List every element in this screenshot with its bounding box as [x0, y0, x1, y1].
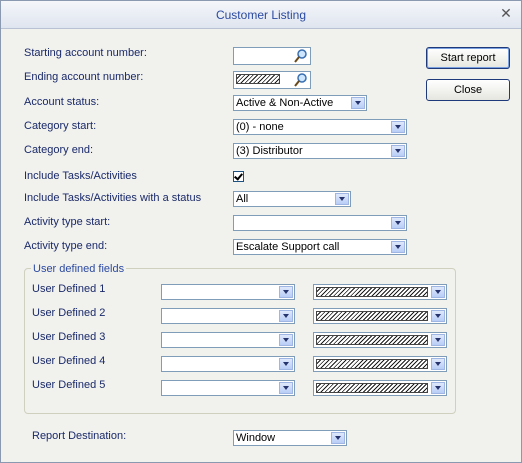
hatched-value — [316, 359, 428, 369]
user-defined-4-select[interactable] — [161, 356, 295, 372]
ending-account-value — [236, 74, 280, 84]
account-status-select[interactable]: Active & Non-Active — [233, 95, 367, 111]
chevron-down-icon[interactable] — [331, 432, 345, 444]
chevron-down-icon[interactable] — [335, 193, 349, 205]
chevron-down-icon[interactable] — [279, 358, 293, 370]
include-tasks-status-label: Include Tasks/Activities with a status — [24, 192, 202, 204]
user-defined-3-label: User Defined 3 — [32, 331, 106, 343]
chevron-down-icon[interactable] — [391, 217, 405, 229]
chevron-down-icon[interactable] — [279, 286, 293, 298]
chevron-down-icon[interactable] — [279, 382, 293, 394]
start-report-label: Start report — [440, 52, 496, 64]
starting-account-input[interactable] — [233, 47, 311, 65]
chevron-down-icon[interactable] — [391, 121, 405, 133]
ending-account-input[interactable] — [233, 71, 311, 89]
close-button[interactable]: Close — [426, 79, 510, 101]
starting-account-label: Starting account number: — [24, 47, 147, 59]
user-defined-3-select[interactable] — [161, 332, 295, 348]
hatched-value — [316, 287, 428, 297]
activity-type-end-select[interactable]: Escalate Support call — [233, 239, 407, 255]
activity-type-start-label: Activity type start: — [24, 216, 111, 228]
include-tasks-label: Include Tasks/Activities — [24, 170, 137, 182]
category-end-select[interactable]: (3) Distributor — [233, 143, 407, 159]
hatched-value — [316, 383, 428, 393]
user-defined-5-label: User Defined 5 — [32, 379, 106, 391]
chevron-down-icon[interactable] — [279, 310, 293, 322]
window-title: Customer Listing — [215, 8, 307, 22]
user-defined-group-title: User defined fields — [31, 263, 127, 275]
include-tasks-status-select[interactable]: All — [233, 191, 351, 207]
magnifier-icon[interactable] — [292, 48, 310, 63]
user-defined-1-range-select[interactable] — [313, 284, 447, 300]
chevron-down-icon[interactable] — [431, 358, 445, 370]
chevron-down-icon[interactable] — [279, 334, 293, 346]
user-defined-5-select[interactable] — [161, 380, 295, 396]
user-defined-4-range-select[interactable] — [313, 356, 447, 372]
chevron-down-icon[interactable] — [431, 310, 445, 322]
category-start-value: (0) - none — [236, 121, 284, 133]
user-defined-4-label: User Defined 4 — [32, 355, 106, 367]
user-defined-1-label: User Defined 1 — [32, 283, 106, 295]
start-report-button[interactable]: Start report — [426, 47, 510, 69]
close-label: Close — [453, 84, 483, 96]
user-defined-1-select[interactable] — [161, 284, 295, 300]
report-destination-select[interactable]: Window — [233, 430, 347, 446]
hatched-value — [316, 335, 428, 345]
account-status-label: Account status: — [24, 96, 100, 108]
category-end-label: Category end: — [24, 144, 94, 156]
user-defined-3-range-select[interactable] — [313, 332, 447, 348]
chevron-down-icon[interactable] — [391, 241, 405, 253]
title-bar: Customer Listing ✕ — [1, 1, 521, 29]
activity-type-end-label: Activity type end: — [24, 240, 108, 252]
magnifier-icon[interactable] — [292, 72, 310, 87]
user-defined-2-label: User Defined 2 — [32, 307, 106, 319]
user-defined-2-range-select[interactable] — [313, 308, 447, 324]
report-destination-value: Window — [236, 432, 276, 444]
user-defined-5-range-select[interactable] — [313, 380, 447, 396]
category-start-label: Category start: — [24, 120, 97, 132]
report-destination-label: Report Destination: — [32, 430, 127, 442]
chevron-down-icon[interactable] — [431, 286, 445, 298]
category-end-value: (3) Distributor — [236, 145, 303, 157]
user-defined-2-select[interactable] — [161, 308, 295, 324]
chevron-down-icon[interactable] — [351, 97, 365, 109]
ending-account-label: Ending account number: — [24, 71, 144, 83]
account-status-value: Active & Non-Active — [236, 97, 334, 109]
chevron-down-icon[interactable] — [431, 382, 445, 394]
chevron-down-icon[interactable] — [391, 145, 405, 157]
chevron-down-icon[interactable] — [431, 334, 445, 346]
include-tasks-status-value: All — [236, 193, 249, 205]
include-tasks-checkbox[interactable] — [233, 171, 244, 182]
close-icon[interactable]: ✕ — [499, 5, 513, 21]
activity-type-end-value: Escalate Support call — [236, 241, 340, 253]
activity-type-start-select[interactable] — [233, 215, 407, 231]
hatched-value — [316, 311, 428, 321]
category-start-select[interactable]: (0) - none — [233, 119, 407, 135]
